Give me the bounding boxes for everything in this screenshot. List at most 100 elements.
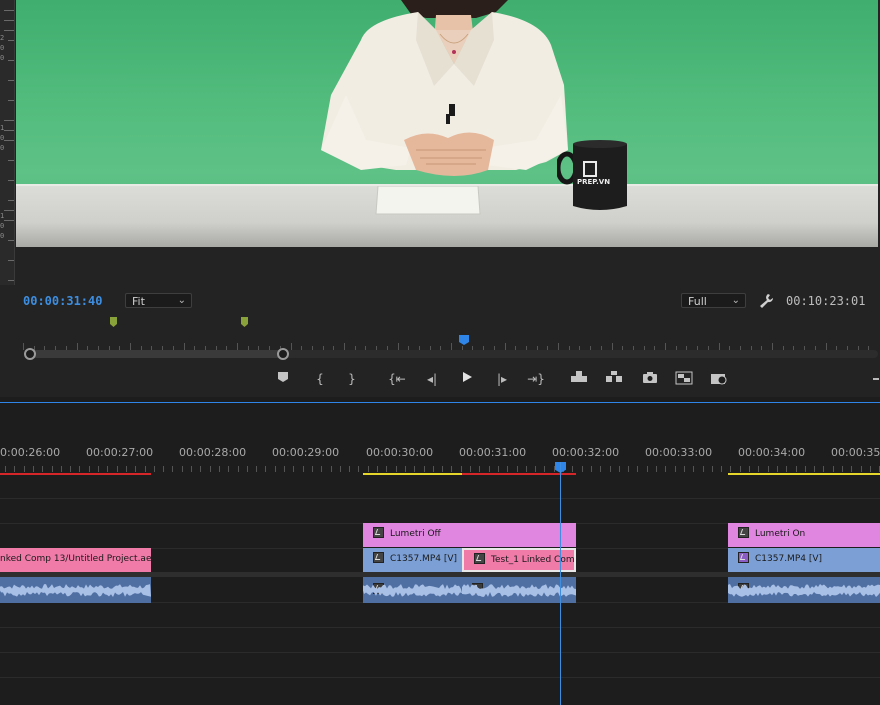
ruler-tick: [832, 466, 834, 472]
ruler-tick: [507, 466, 509, 472]
ruler-tick: [721, 466, 723, 472]
adjustment-clip-lumetri-off[interactable]: Lumetri Off: [363, 523, 576, 547]
ruler-tick: [600, 466, 602, 472]
video-clip-c1357-a[interactable]: C1357.MP4 [V]: [363, 548, 462, 572]
ruler-tick: [646, 466, 648, 472]
ruler-tick: [758, 466, 760, 472]
ruler-tick: [209, 466, 211, 472]
ruler-tick: [711, 466, 713, 472]
clip-label: Lumetri On: [755, 529, 806, 539]
ruler-tick: [256, 466, 258, 472]
audio-clip[interactable]: [462, 577, 576, 603]
ruler-tick: [525, 466, 527, 472]
ruler-tick: [656, 466, 657, 472]
ruler-tick: [246, 466, 248, 472]
ruler-tick: [60, 466, 62, 472]
ruler-tick: [767, 466, 769, 472]
ruler-tick: [144, 466, 146, 472]
ruler-tick: [14, 466, 16, 472]
ruler-tick: [395, 466, 397, 472]
ruler-tick: [321, 466, 323, 472]
ruler-tick: [51, 466, 53, 472]
ruler-tick: [125, 466, 127, 472]
audio-clip[interactable]: [728, 577, 880, 603]
render-bar-yellow: [363, 473, 462, 475]
ruler-tick: [42, 466, 44, 472]
ruler-tick: [442, 466, 444, 472]
ruler-tick: [423, 466, 425, 472]
ruler-tick: [284, 466, 285, 472]
video-clip-c1357-b[interactable]: C1357.MP4 [V]: [728, 548, 880, 572]
ruler-tick: [535, 466, 537, 472]
ruler-tick: [98, 466, 99, 472]
audio-waveform: [462, 584, 576, 597]
adjustment-clip-lumetri-on[interactable]: Lumetri On: [728, 523, 880, 547]
ruler-tick: [404, 466, 406, 472]
ruler-tick: [786, 466, 788, 472]
ruler-tick: [618, 466, 620, 472]
ruler-tick: [609, 466, 611, 472]
ruler-tick: [581, 466, 583, 472]
ruler-tick: [693, 466, 695, 472]
ruler-tick: [553, 466, 555, 472]
ruler-tick: [497, 466, 499, 472]
track-divider: [0, 627, 880, 628]
ruler-tick: [302, 466, 304, 472]
ruler-tick: [218, 466, 220, 472]
ruler-tick: [665, 466, 667, 472]
ruler-tick: [488, 466, 490, 472]
render-bar-red: [0, 473, 151, 475]
ruler-tick: [200, 466, 202, 472]
ruler-tick: [172, 466, 174, 472]
ruler-tick: [349, 466, 351, 472]
ruler-tick: [116, 466, 118, 472]
audio-waveform: [363, 584, 462, 597]
ruler-tick: [776, 466, 778, 472]
ruler-tick: [795, 466, 797, 472]
audio-waveform: [728, 584, 880, 597]
ruler-tick: [804, 466, 806, 472]
ruler-tick: [637, 466, 639, 472]
fx-icon: [373, 527, 384, 538]
ruler-tick: [702, 466, 704, 472]
ruler-tick: [339, 466, 341, 472]
ruler-tick: [814, 466, 816, 472]
audio-clip[interactable]: [0, 577, 151, 603]
ruler-tick: [228, 466, 230, 472]
ruler-tick: [293, 466, 295, 472]
fx-icon: [373, 552, 384, 563]
ruler-tick: [414, 466, 416, 472]
ruler-tick: [237, 466, 239, 472]
render-bar-red: [462, 473, 576, 475]
fx-icon: [474, 553, 485, 564]
ruler-tick: [265, 466, 267, 472]
ruler-tick: [451, 466, 453, 472]
audio-clip[interactable]: [363, 577, 462, 603]
audio-waveform: [0, 584, 151, 597]
ruler-tick: [330, 466, 332, 472]
linked-comp-clip-test[interactable]: Test_1 Linked Com: [462, 548, 576, 572]
ruler-tick: [23, 466, 25, 472]
ruler-tick: [470, 466, 471, 472]
ruler-tick: [274, 466, 276, 472]
ruler-tick: [5, 466, 6, 472]
ruler-tick: [842, 466, 843, 472]
ruler-tick: [460, 466, 462, 472]
ruler-tick: [749, 466, 750, 472]
fx-icon: [738, 527, 749, 538]
track-divider: [0, 677, 880, 678]
timeline-playhead-line[interactable]: [560, 462, 561, 705]
ruler-tick: [516, 466, 518, 472]
ruler-tick: [367, 466, 369, 472]
ruler-tick: [191, 466, 192, 472]
clip-label: Test_1 Linked Com: [491, 555, 575, 565]
ruler-tick: [311, 466, 313, 472]
ruler-tick: [135, 466, 137, 472]
ruler-tick: [181, 466, 183, 472]
track-divider: [0, 652, 880, 653]
linked-comp-clip[interactable]: nked Comp 13/Untitled Project.aep: [0, 548, 151, 572]
clip-label: Lumetri Off: [390, 529, 441, 539]
ruler-tick: [70, 466, 72, 472]
ruler-tick: [544, 466, 546, 472]
linked-comp-clip-body: Test_1 Linked Com: [464, 550, 575, 570]
